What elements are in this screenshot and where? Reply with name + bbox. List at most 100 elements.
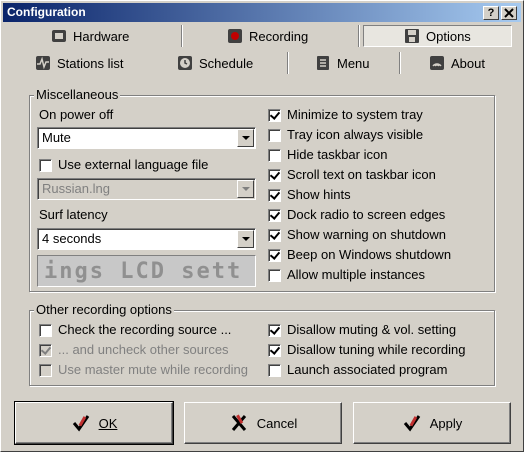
- misc-option-checkbox[interactable]: Show warning on shutdown: [268, 227, 446, 243]
- checkbox-unchecked[interactable]: [39, 323, 52, 337]
- checkbox-label: Use external language file: [58, 157, 209, 172]
- recording-icon: [228, 29, 242, 43]
- surf-latency-select[interactable]: 4 seconds: [37, 228, 256, 250]
- surf-latency-value: 4 seconds: [42, 231, 102, 246]
- misc-option-checkbox[interactable]: Show hints: [268, 187, 351, 203]
- checkbox-checked[interactable]: [268, 188, 281, 202]
- language-file-value: Russian.lng: [42, 181, 110, 196]
- checkbox-label: Allow multiple instances: [287, 267, 426, 282]
- tab-separator: [399, 52, 401, 74]
- checkbox-label: Hide taskbar icon: [287, 147, 388, 162]
- tab-separator: [358, 25, 360, 47]
- schedule-icon: [178, 56, 192, 70]
- misc-option-checkbox[interactable]: Beep on Windows shutdown: [268, 247, 451, 263]
- checkbox-label: Launch associated program: [287, 362, 448, 377]
- checkbox-unchecked[interactable]: [268, 268, 281, 282]
- menu-icon: [317, 56, 329, 70]
- checkbox-label: Disallow muting & vol. setting: [287, 322, 457, 337]
- misc-option-checkbox[interactable]: Dock radio to screen edges: [268, 207, 445, 223]
- recording-right-checkbox[interactable]: Disallow muting & vol. setting: [268, 322, 456, 338]
- tab-separator: [181, 25, 183, 47]
- checkbox-checked[interactable]: [268, 323, 281, 337]
- recording-right-checkbox[interactable]: Launch associated program: [268, 362, 447, 378]
- misc-option-checkbox[interactable]: Scroll text on taskbar icon: [268, 167, 436, 183]
- checkbox-label: Disallow tuning while recording: [287, 342, 466, 357]
- recording-left-checkbox[interactable]: Check the recording source ...: [39, 322, 231, 338]
- help-button[interactable]: ?: [483, 6, 499, 20]
- power-off-select[interactable]: Mute: [37, 127, 256, 149]
- cancel-button[interactable]: Cancel: [184, 402, 342, 444]
- checkbox-label: Use master mute while recording: [58, 362, 249, 377]
- cancel-label: Cancel: [256, 415, 298, 431]
- tab-label: Schedule: [199, 55, 254, 71]
- misc-option-checkbox[interactable]: Hide taskbar icon: [268, 147, 387, 163]
- checkbox-checked[interactable]: [268, 208, 281, 222]
- checkbox-unchecked[interactable]: [268, 148, 281, 162]
- dropdown-arrow-icon: [237, 180, 254, 198]
- tab-recording[interactable]: Recording: [227, 25, 357, 47]
- tab-label: Recording: [249, 28, 309, 44]
- miscellaneous-title: Miscellaneous: [34, 87, 121, 102]
- checkbox-label: Scroll text on taskbar icon: [287, 167, 436, 182]
- checkmark-icon: [72, 415, 89, 432]
- ok-label: OK: [98, 415, 118, 431]
- dropdown-arrow-icon[interactable]: [237, 129, 254, 147]
- recording-left-checkbox: ... and uncheck other sources: [39, 342, 229, 358]
- close-button[interactable]: [501, 6, 517, 20]
- lcd-text: ings LCD sett: [44, 259, 243, 284]
- checkbox-checked[interactable]: [268, 168, 281, 182]
- lcd-settings-display[interactable]: ings LCD sett: [37, 255, 256, 287]
- tab-schedule[interactable]: Schedule: [177, 52, 287, 74]
- tab-label: Hardware: [73, 28, 130, 44]
- checkbox-box[interactable]: [39, 158, 52, 172]
- ok-button[interactable]: OK: [14, 401, 174, 445]
- checkbox-checked[interactable]: [268, 248, 281, 262]
- tab-options[interactable]: Options: [363, 25, 512, 47]
- window-title: Configuration: [7, 5, 86, 19]
- misc-option-checkbox[interactable]: Allow multiple instances: [268, 267, 425, 283]
- tab-menu[interactable]: Menu: [315, 52, 395, 74]
- power-off-value: Mute: [42, 130, 71, 145]
- apply-button[interactable]: Apply: [353, 402, 511, 444]
- cancel-x-icon: [231, 414, 246, 431]
- checkbox-label: Show hints: [287, 187, 351, 202]
- surf-latency-label: Surf latency: [39, 207, 108, 222]
- apply-label: Apply: [429, 415, 463, 431]
- recording-right-checkbox[interactable]: Disallow tuning while recording: [268, 342, 465, 358]
- checkbox-unchecked[interactable]: [268, 128, 281, 142]
- recording-left-checkbox: Use master mute while recording: [39, 362, 248, 378]
- misc-option-checkbox[interactable]: Tray icon always visible: [268, 127, 423, 143]
- tab-separator: [287, 52, 289, 74]
- use-external-language-checkbox[interactable]: Use external language file: [39, 157, 208, 173]
- title-bar: Configuration ?: [3, 3, 521, 22]
- checkbox-checked[interactable]: [268, 108, 281, 122]
- hardware-icon: [52, 30, 66, 42]
- checkbox-label: ... and uncheck other sources: [58, 342, 229, 357]
- close-icon: [504, 8, 514, 18]
- apply-check-icon: [403, 415, 420, 432]
- tab-label: Stations list: [57, 55, 124, 71]
- checkbox-unchecked[interactable]: [268, 363, 281, 377]
- checkbox-label: Tray icon always visible: [287, 127, 424, 142]
- checkbox-label: Beep on Windows shutdown: [287, 247, 452, 262]
- tab-label: About: [451, 55, 485, 71]
- about-icon: [430, 56, 444, 70]
- tab-hardware[interactable]: Hardware: [51, 25, 181, 47]
- tab-label: Options: [426, 28, 471, 44]
- tab-stations-list[interactable]: Stations list: [35, 52, 175, 74]
- tab-label: Menu: [337, 55, 370, 71]
- power-off-label: On power off: [39, 107, 114, 122]
- tab-about[interactable]: About: [429, 52, 509, 74]
- dropdown-arrow-icon[interactable]: [237, 230, 254, 248]
- misc-option-checkbox[interactable]: Minimize to system tray: [268, 107, 423, 123]
- checkbox-label: Dock radio to screen edges: [287, 207, 446, 222]
- options-icon: [405, 29, 419, 43]
- language-file-select: Russian.lng: [37, 178, 256, 200]
- stations-icon: [36, 56, 50, 70]
- checkbox-label: Show warning on shutdown: [287, 227, 446, 242]
- checkbox-checked[interactable]: [268, 228, 281, 242]
- recording-options-title: Other recording options: [34, 302, 174, 317]
- checkbox-label: Check the recording source ...: [58, 322, 232, 337]
- checkbox-checked[interactable]: [268, 343, 281, 357]
- configuration-window: Configuration ? Hardware Recording Optio…: [0, 0, 524, 452]
